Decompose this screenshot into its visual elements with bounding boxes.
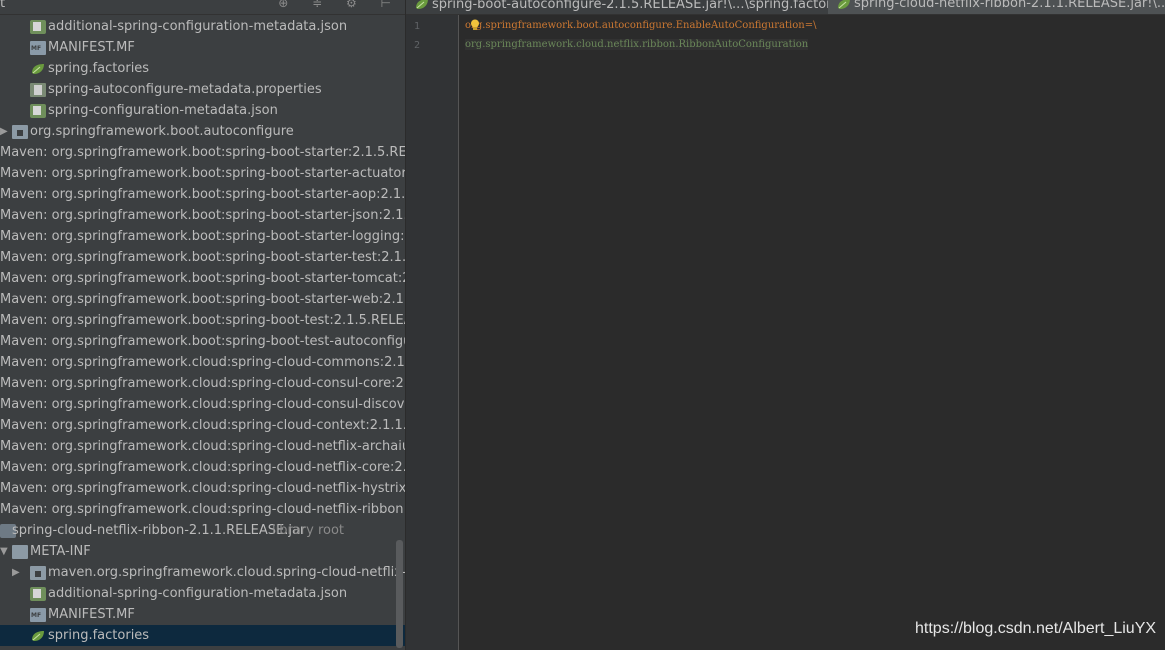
tree-item-label: org.springframework.boot.autoconfigure (30, 124, 294, 139)
tree-item-label: Maven: org.springframework.cloud:spring-… (0, 460, 405, 475)
tree-item-library[interactable]: Maven: org.springframework.cloud:spring-… (0, 436, 405, 457)
tree-item[interactable]: spring.factories (0, 58, 405, 79)
tree-item[interactable]: spring.factories (0, 625, 405, 646)
tree-item-label: spring.factories (48, 61, 150, 76)
tree-item-library[interactable]: Maven: org.springframework.boot:spring-b… (0, 331, 405, 352)
tree-item-library[interactable]: Maven: org.springframework.boot:spring-b… (0, 289, 405, 310)
editor-tab-bar: spring-boot-autoconfigure-2.1.5.RELEASE.… (406, 0, 1165, 15)
tree-item-library[interactable]: Maven: org.springframework.boot:spring-b… (0, 163, 405, 184)
line-number: 2 (413, 40, 420, 51)
tree-item-library[interactable]: Maven: org.springframework.cloud:spring-… (0, 415, 405, 436)
tree-item[interactable]: additional-spring-configuration-metadata… (0, 16, 405, 37)
tree-item-label: Maven: org.springframework.cloud:spring-… (0, 481, 405, 496)
tree-item-label: Maven: org.springframework.boot:spring-b… (0, 229, 405, 244)
tree-item-label: additional-spring-configuration-metadata… (48, 586, 348, 601)
tree-item-label: spring-autoconfigure-metadata.properties (48, 82, 322, 97)
watermark: https://blog.csdn.net/Albert_LiuYX (915, 620, 1157, 637)
code-editor[interactable]: org.springframework.boot.autoconfigure.E… (459, 15, 1165, 650)
tab-label: spring-boot-autoconfigure-2.1.5.RELEASE.… (432, 0, 850, 12)
tree-item-label: Maven: org.springframework.boot:spring-b… (0, 292, 405, 307)
manifest-file-icon (30, 608, 46, 622)
tab-spring-boot-factories[interactable]: spring-boot-autoconfigure-2.1.5.RELEASE.… (406, 0, 868, 14)
tree-item-label: Maven: org.springframework.cloud:spring-… (0, 355, 405, 370)
spring-leaf-icon (32, 631, 44, 641)
package-icon (30, 566, 46, 580)
tree-item-label: META-INF (30, 544, 91, 559)
tree-item-library[interactable]: Maven: org.springframework.boot:spring-b… (0, 268, 405, 289)
package-icon (12, 125, 28, 139)
tree-item-label: Maven: org.springframework.boot:spring-b… (0, 313, 405, 328)
tree-item-label: spring-cloud-netflix-ribbon-2.1.1.RELEAS… (12, 523, 306, 538)
project-panel-title: t (0, 0, 6, 11)
tree-item-label: spring-configuration-metadata.json (48, 103, 278, 118)
code-token: g.springframework.boot.autoconfigure.Ena… (475, 20, 805, 31)
tab-label: spring-cloud-netflix-ribbon-2.1.1.RELEAS… (854, 0, 1165, 11)
tree-item-label: Maven: org.springframework.cloud:spring-… (0, 439, 405, 454)
code-token: org.springframework.cloud.netflix.ribbon… (465, 39, 679, 50)
tree-item[interactable]: ▶ org.springframework.boot.autoconfigure (0, 121, 405, 142)
tree-item-library[interactable]: Maven: org.springframework.cloud:spring-… (0, 457, 405, 478)
tree-item-library[interactable]: Maven: org.springframework.boot:spring-b… (0, 226, 405, 247)
project-panel-header: t ⊕ ≑ ⚙ ⊢ (0, 0, 405, 15)
tree-item-library[interactable]: Maven: org.springframework.cloud:spring-… (0, 478, 405, 499)
tree-item-label: maven.org.springframework.cloud.spring-c… (48, 565, 405, 580)
tree-item-label: Maven: org.springframework.boot:spring-b… (0, 334, 405, 349)
json-file-icon (30, 587, 46, 601)
spring-leaf-icon (838, 0, 850, 9)
spring-leaf-icon (32, 64, 44, 74)
line-number-gutter[interactable]: 1 2 (406, 15, 459, 650)
tree-item[interactable]: spring-configuration-metadata.json (0, 100, 405, 121)
tree-item-label: Maven: org.springframework.boot:spring-b… (0, 145, 405, 160)
chevron-down-icon[interactable]: ▼ (0, 541, 8, 562)
line-number: 1 (413, 21, 420, 32)
code-line-1: org.springframework.boot.autoconfigure.E… (465, 20, 816, 31)
tree-item-library[interactable]: Maven: org.springframework.boot:spring-b… (0, 184, 405, 205)
tree-item[interactable]: ▶ maven.org.springframework.cloud.spring-… (0, 562, 405, 583)
panel-toolbar-icons[interactable]: ⊕ ≑ ⚙ ⊢ (278, 0, 401, 10)
tab-spring-cloud-ribbon-factories[interactable]: spring-cloud-netflix-ribbon-2.1.1.RELEAS… (828, 0, 1165, 14)
spring-leaf-icon (416, 0, 428, 9)
tree-item-label: Maven: org.springframework.boot:spring-b… (0, 271, 405, 286)
tree-item-library[interactable]: Maven: org.springframework.boot:spring-b… (0, 310, 405, 331)
tree-item-label: Maven: org.springframework.boot:spring-b… (0, 250, 405, 265)
lightbulb-icon[interactable] (470, 19, 480, 31)
tree-item-library[interactable]: Maven: org.springframework.cloud:spring-… (0, 394, 405, 415)
chevron-right-icon[interactable]: ▶ (0, 121, 8, 142)
tree-item-sublabel: library root (272, 523, 345, 538)
manifest-file-icon (30, 41, 46, 55)
tree-item[interactable]: ▼ META-INF (0, 541, 405, 562)
tree-item[interactable]: spring-cloud-netflix-ribbon-2.1.1.RELEAS… (0, 520, 405, 541)
project-panel: t ⊕ ≑ ⚙ ⊢ additional-spring-configuratio… (0, 0, 405, 650)
tree-item-library[interactable]: Maven: org.springframework.cloud:spring-… (0, 373, 405, 394)
tree-item-label: spring.factories (48, 628, 150, 643)
scrollbar[interactable] (396, 540, 403, 648)
tree-item-label: MANIFEST.MF (48, 40, 135, 55)
tree-item-library[interactable]: Maven: org.springframework.boot:spring-b… (0, 205, 405, 226)
tree-item-label: Maven: org.springframework.boot:spring-b… (0, 208, 405, 223)
tree-item-library[interactable]: Maven: org.springframework.boot:spring-b… (0, 142, 405, 163)
tree-item-label: additional-spring-configuration-metadata… (48, 19, 348, 34)
tree-item[interactable]: MANIFEST.MF (0, 604, 405, 625)
tree-item-label: Maven: org.springframework.cloud:spring-… (0, 376, 405, 391)
tree-item[interactable]: spring-autoconfigure-metadata.properties (0, 79, 405, 100)
tree-item-label: MANIFEST.MF (48, 607, 135, 622)
json-file-icon (30, 104, 46, 118)
chevron-right-icon[interactable]: ▶ (12, 562, 20, 583)
tree-item-label: Maven: org.springframework.boot:spring-b… (0, 166, 405, 181)
tree-item-library[interactable]: Maven: org.springframework.cloud:spring-… (0, 499, 405, 520)
tree-item-label: Maven: org.springframework.cloud:spring-… (0, 397, 405, 412)
json-file-icon (30, 20, 46, 34)
tree-item-label: Maven: org.springframework.cloud:spring-… (0, 418, 405, 433)
properties-file-icon (30, 83, 46, 97)
code-line-2: org.springframework.cloud.netflix.ribbon… (465, 39, 809, 50)
tree-item-library[interactable]: Maven: org.springframework.boot:spring-b… (0, 247, 405, 268)
code-token: =\ (804, 20, 817, 31)
folder-icon (12, 545, 28, 559)
tree-item-label: Maven: org.springframework.cloud:spring-… (0, 502, 405, 517)
tree-item-library[interactable]: Maven: org.springframework.cloud:spring-… (0, 352, 405, 373)
tree-item[interactable]: MANIFEST.MF (0, 37, 405, 58)
tree-item[interactable]: additional-spring-configuration-metadata… (0, 583, 405, 604)
tree-item-label: Maven: org.springframework.boot:spring-b… (0, 187, 405, 202)
code-token: RibbonAutoConfiguration (678, 39, 809, 50)
